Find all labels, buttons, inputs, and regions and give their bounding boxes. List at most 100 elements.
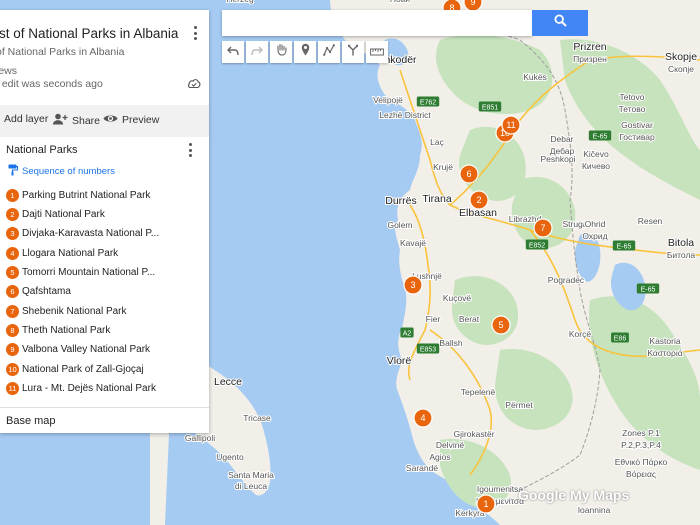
svg-text:E853: E853 [420,347,436,354]
city-label: Santa Maria [228,470,274,480]
map-views: iews [0,65,18,77]
city-label: Нови [390,0,410,4]
park-marker[interactable]: 1 [476,494,496,514]
cloud-saved-icon [187,76,201,94]
marker-number: 10 [6,362,19,376]
svg-text:E762: E762 [420,100,436,107]
list-item[interactable]: 1 Parking Butrint National Park [6,186,150,204]
list-item[interactable]: 5 Tomorri Mountain National P... [6,263,155,281]
city-label: Delvinë [436,440,465,450]
city-label: Tepelenë [461,387,496,397]
list-item-label: Qafshtama [22,285,71,297]
city-label: Krujë [433,162,453,172]
list-item[interactable]: 10 National Park of Zall-Gjoçaj [6,360,144,378]
share-button[interactable]: Share [52,113,100,128]
list-item[interactable]: 8 Theth National Park [6,321,110,339]
marker-number: 4 [6,246,19,260]
list-item[interactable]: 3 Divjaka-Karavasta National P... [6,224,159,242]
redo-button[interactable] [246,41,268,63]
city-label: Ugento [216,452,244,462]
person-add-icon [52,113,68,128]
ruler-icon [370,43,384,61]
layer-title[interactable]: National Parks [6,144,78,156]
park-marker[interactable]: 6 [459,164,479,184]
list-item[interactable]: 9 Valbona Valley National Park [6,340,150,358]
city-label: Prizren [573,41,606,53]
svg-text:E851: E851 [482,105,498,112]
city-label: Bitola [668,237,694,249]
city-label: Скопје [668,64,694,74]
marker-number: 9 [6,342,19,356]
city-label: Resen [638,216,663,226]
city-label: Laç [430,137,444,147]
city-label: Ioannina [578,505,611,515]
list-item[interactable]: 4 Llogara National Park [6,244,118,262]
marker-number: 1 [6,188,19,202]
search-button[interactable] [532,10,588,36]
eye-icon [103,113,118,127]
measure-button[interactable] [366,41,388,63]
city-label: Sarandë [406,463,438,473]
map-description[interactable]: of National Parks in Albania [0,46,124,58]
city-label: Καστοριά [647,348,682,358]
road-shield: A2 [400,327,414,338]
city-label: Кичево [582,161,610,171]
redo-icon [251,43,263,61]
park-marker[interactable]: 11 [501,115,521,135]
list-item[interactable]: 2 Dajti National Park [6,205,105,223]
undo-button[interactable] [222,41,244,63]
add-marker-button[interactable] [294,41,316,63]
style-by-sequence-link[interactable]: Sequence of numbers [8,164,115,179]
list-item[interactable]: 11 Lura - Mt. Dejës National Park [6,379,156,397]
svg-text:3: 3 [410,280,415,290]
park-marker[interactable]: 5 [491,315,511,335]
city-label: Kičevo [583,149,609,159]
city-label: Agios [429,452,450,462]
park-marker[interactable]: 2 [469,190,489,210]
list-item[interactable]: 7 Shebenik National Park [6,302,127,320]
title-more-icon[interactable] [188,25,202,41]
road-shield: E-65 [636,283,660,294]
city-label: Skopje [665,51,697,63]
add-layer-button[interactable]: Add layer [4,113,48,125]
city-label: Ballsh [439,338,462,348]
park-marker[interactable]: 7 [533,218,553,238]
svg-text:4: 4 [420,413,425,423]
map-legend-panel: ist of National Parks in Albania of Nati… [0,10,209,433]
list-item[interactable]: 6 Qafshtama [6,282,71,300]
map-toolbar [222,41,388,63]
marker-number: 11 [6,381,19,395]
list-item-label: Llogara National Park [22,247,119,259]
google-my-maps-watermark: Google My Maps [518,487,630,503]
list-item-label: Parking Butrint National Park [22,189,151,201]
road-shield: E851 [478,101,502,112]
park-marker[interactable]: 3 [403,275,423,295]
park-marker[interactable]: 4 [413,408,433,428]
road-shield: E86 [611,332,629,343]
draw-line-button[interactable] [318,41,340,63]
polyline-icon [323,43,335,61]
city-label: Дебар [550,146,575,156]
city-label: P.2,P.3,P.4 [621,440,661,450]
search-input[interactable] [222,10,532,36]
directions-button[interactable] [342,41,364,63]
svg-text:E-65: E-65 [641,287,656,294]
marker-number: 8 [6,323,19,337]
paint-roller-icon [8,164,18,179]
city-label: Herzeg [226,0,254,4]
city-label: Përmet [505,400,533,410]
map-title[interactable]: ist of National Parks in Albania [0,26,178,41]
base-map-toggle[interactable]: Base map [6,415,56,427]
pan-hand-button[interactable] [270,41,292,63]
hand-icon [276,43,287,61]
city-label: Velipojë [373,95,403,105]
city-label: Gallipoli [185,433,215,443]
search-icon [553,14,567,32]
layer-more-icon[interactable] [183,142,197,158]
road-shield: E-65 [588,130,612,141]
svg-text:7: 7 [540,223,545,233]
city-label: Kukës [523,72,547,82]
city-label: Гостивар [619,132,655,142]
preview-button[interactable]: Preview [103,113,159,127]
city-label: Igoumenitsa [477,484,524,494]
